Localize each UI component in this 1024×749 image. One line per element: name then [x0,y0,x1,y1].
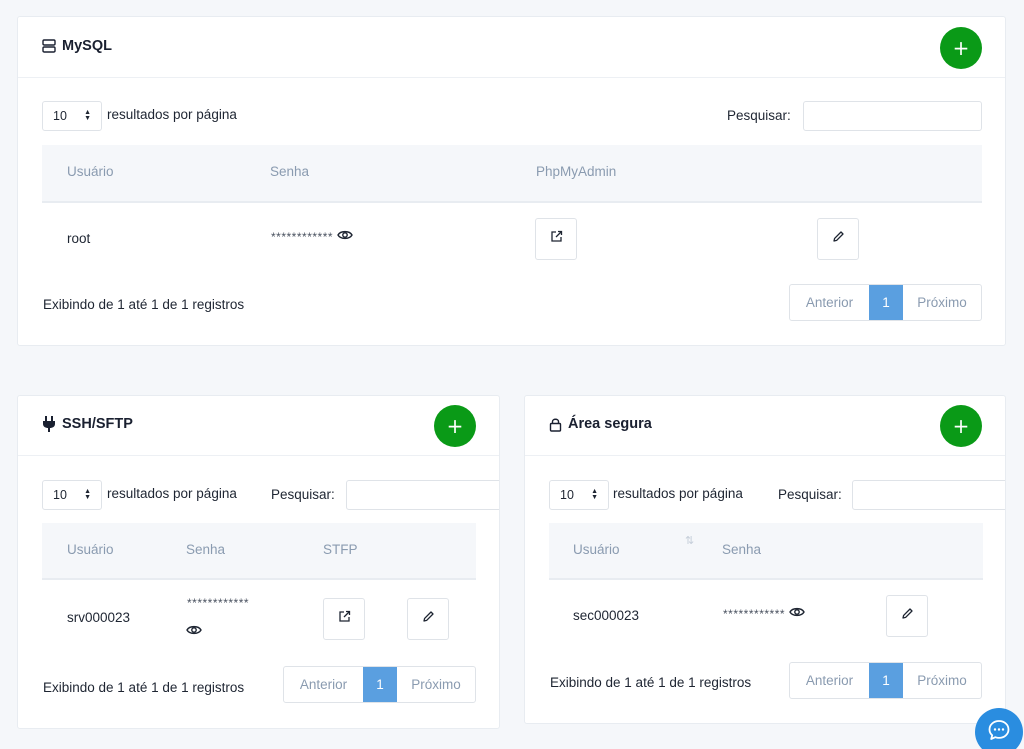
eye-icon[interactable] [186,623,202,641]
sort-icon[interactable]: ⇅ [685,534,694,547]
mysql-title: MySQL [42,38,112,54]
external-link-icon [338,610,351,628]
ssh-edit-button[interactable] [407,598,449,640]
lock-icon [549,417,562,432]
mysql-length-label: resultados por página [107,107,237,122]
secure-title-text: Área segura [568,416,652,432]
prev-page-button[interactable]: Anterior [790,285,869,320]
pencil-icon [901,607,914,625]
secure-edit-button[interactable] [886,595,928,637]
prev-page-button[interactable]: Anterior [790,663,869,698]
column-header-senha[interactable]: Senha [270,164,309,179]
mysql-card: MySQL + 10 ▲ ▼ resultados por página Pesq… [17,16,1006,346]
eye-icon[interactable] [337,229,353,244]
mysql-length-select[interactable]: 10 ▲ ▼ [42,101,102,131]
secure-card-header: Área segura + [525,396,1005,456]
mysql-card-header: MySQL + [18,17,1005,78]
column-header-senha[interactable]: Senha [186,542,225,557]
sftp-open-button[interactable] [323,598,365,640]
pencil-icon [422,610,435,628]
page-1-button[interactable]: 1 [869,663,903,698]
database-icon [42,39,56,53]
mysql-length-value: 10 [53,109,67,123]
page-1-button[interactable]: 1 [363,667,397,702]
next-page-button[interactable]: Próximo [397,667,475,702]
secure-search-label: Pesquisar: [778,487,842,502]
secure-table-header: Usuário ⇅ Senha [549,523,983,580]
select-arrows-icon: ▲ ▼ [84,488,91,501]
ssh-search-input[interactable] [346,480,499,510]
secure-area-card: Área segura + 10 ▲ ▼ resultados por págin… [524,395,1006,724]
chat-button[interactable] [975,708,1023,749]
secure-pagination: Anterior 1 Próximo [789,662,982,699]
ssh-card-header: SSH/SFTP + [18,396,499,456]
mysql-password-text: ************ [271,229,334,244]
ssh-add-button[interactable]: + [434,405,476,447]
mysql-search-input[interactable] [803,101,982,131]
ssh-table-header: Usuário Senha STFP [42,523,476,580]
ssh-length-select[interactable]: 10 ▲ ▼ [42,480,102,510]
ssh-length-value: 10 [53,488,67,502]
secure-search-input[interactable] [852,480,1005,510]
select-arrows-icon: ▲ ▼ [84,109,91,122]
ssh-password-text: ************ [187,596,250,610]
page-1-button[interactable]: 1 [869,285,903,320]
column-header-usuario[interactable]: Usuário [67,164,114,179]
chat-icon [987,718,1011,747]
ssh-user-cell: srv000023 [67,610,131,625]
column-header-senha[interactable]: Senha [722,542,761,557]
ssh-pagination: Anterior 1 Próximo [283,666,476,703]
secure-add-button[interactable]: + [940,405,982,447]
external-link-icon [550,230,563,248]
ssh-length-label: resultados por página [107,486,237,501]
mysql-pagination: Anterior 1 Próximo [789,284,982,321]
column-header-phpmyadmin[interactable]: PhpMyAdmin [536,164,616,179]
mysql-password-cell: ************ [271,229,353,244]
ssh-table-info: Exibindo de 1 até 1 de 1 registros [43,680,245,695]
secure-length-select[interactable]: 10 ▲ ▼ [549,480,609,510]
phpmyadmin-open-button[interactable] [535,218,577,260]
column-header-usuario[interactable]: Usuário [67,542,114,557]
ssh-card: SSH/SFTP + 10 ▲ ▼ resultados por página P… [17,395,500,729]
secure-table-info: Exibindo de 1 até 1 de 1 registros [550,675,752,690]
secure-length-label: resultados por página [613,486,743,501]
mysql-table-info: Exibindo de 1 até 1 de 1 registros [43,297,245,312]
secure-user-cell: sec000023 [573,608,640,623]
secure-length-value: 10 [560,488,574,502]
mysql-add-button[interactable]: + [940,27,982,69]
pencil-icon [832,230,845,248]
ssh-title: SSH/SFTP [42,416,133,432]
next-page-button[interactable]: Próximo [903,663,981,698]
select-arrows-icon: ▲ ▼ [591,488,598,501]
secure-password-text: ************ [723,606,786,621]
mysql-table-header: Usuário Senha PhpMyAdmin [42,145,982,203]
mysql-title-text: MySQL [62,38,112,54]
mysql-user-cell: root [67,231,91,246]
ssh-search-label: Pesquisar: [271,487,335,502]
eye-icon[interactable] [789,606,805,621]
ssh-title-text: SSH/SFTP [62,416,133,432]
mysql-search-label: Pesquisar: [727,108,791,123]
next-page-button[interactable]: Próximo [903,285,981,320]
column-header-usuario[interactable]: Usuário [573,542,620,557]
mysql-edit-button[interactable] [817,218,859,260]
prev-page-button[interactable]: Anterior [284,667,363,702]
secure-password-cell: ************ [723,606,805,621]
secure-title: Área segura [549,416,652,432]
column-header-stfp[interactable]: STFP [323,542,358,557]
plug-icon [42,416,56,432]
